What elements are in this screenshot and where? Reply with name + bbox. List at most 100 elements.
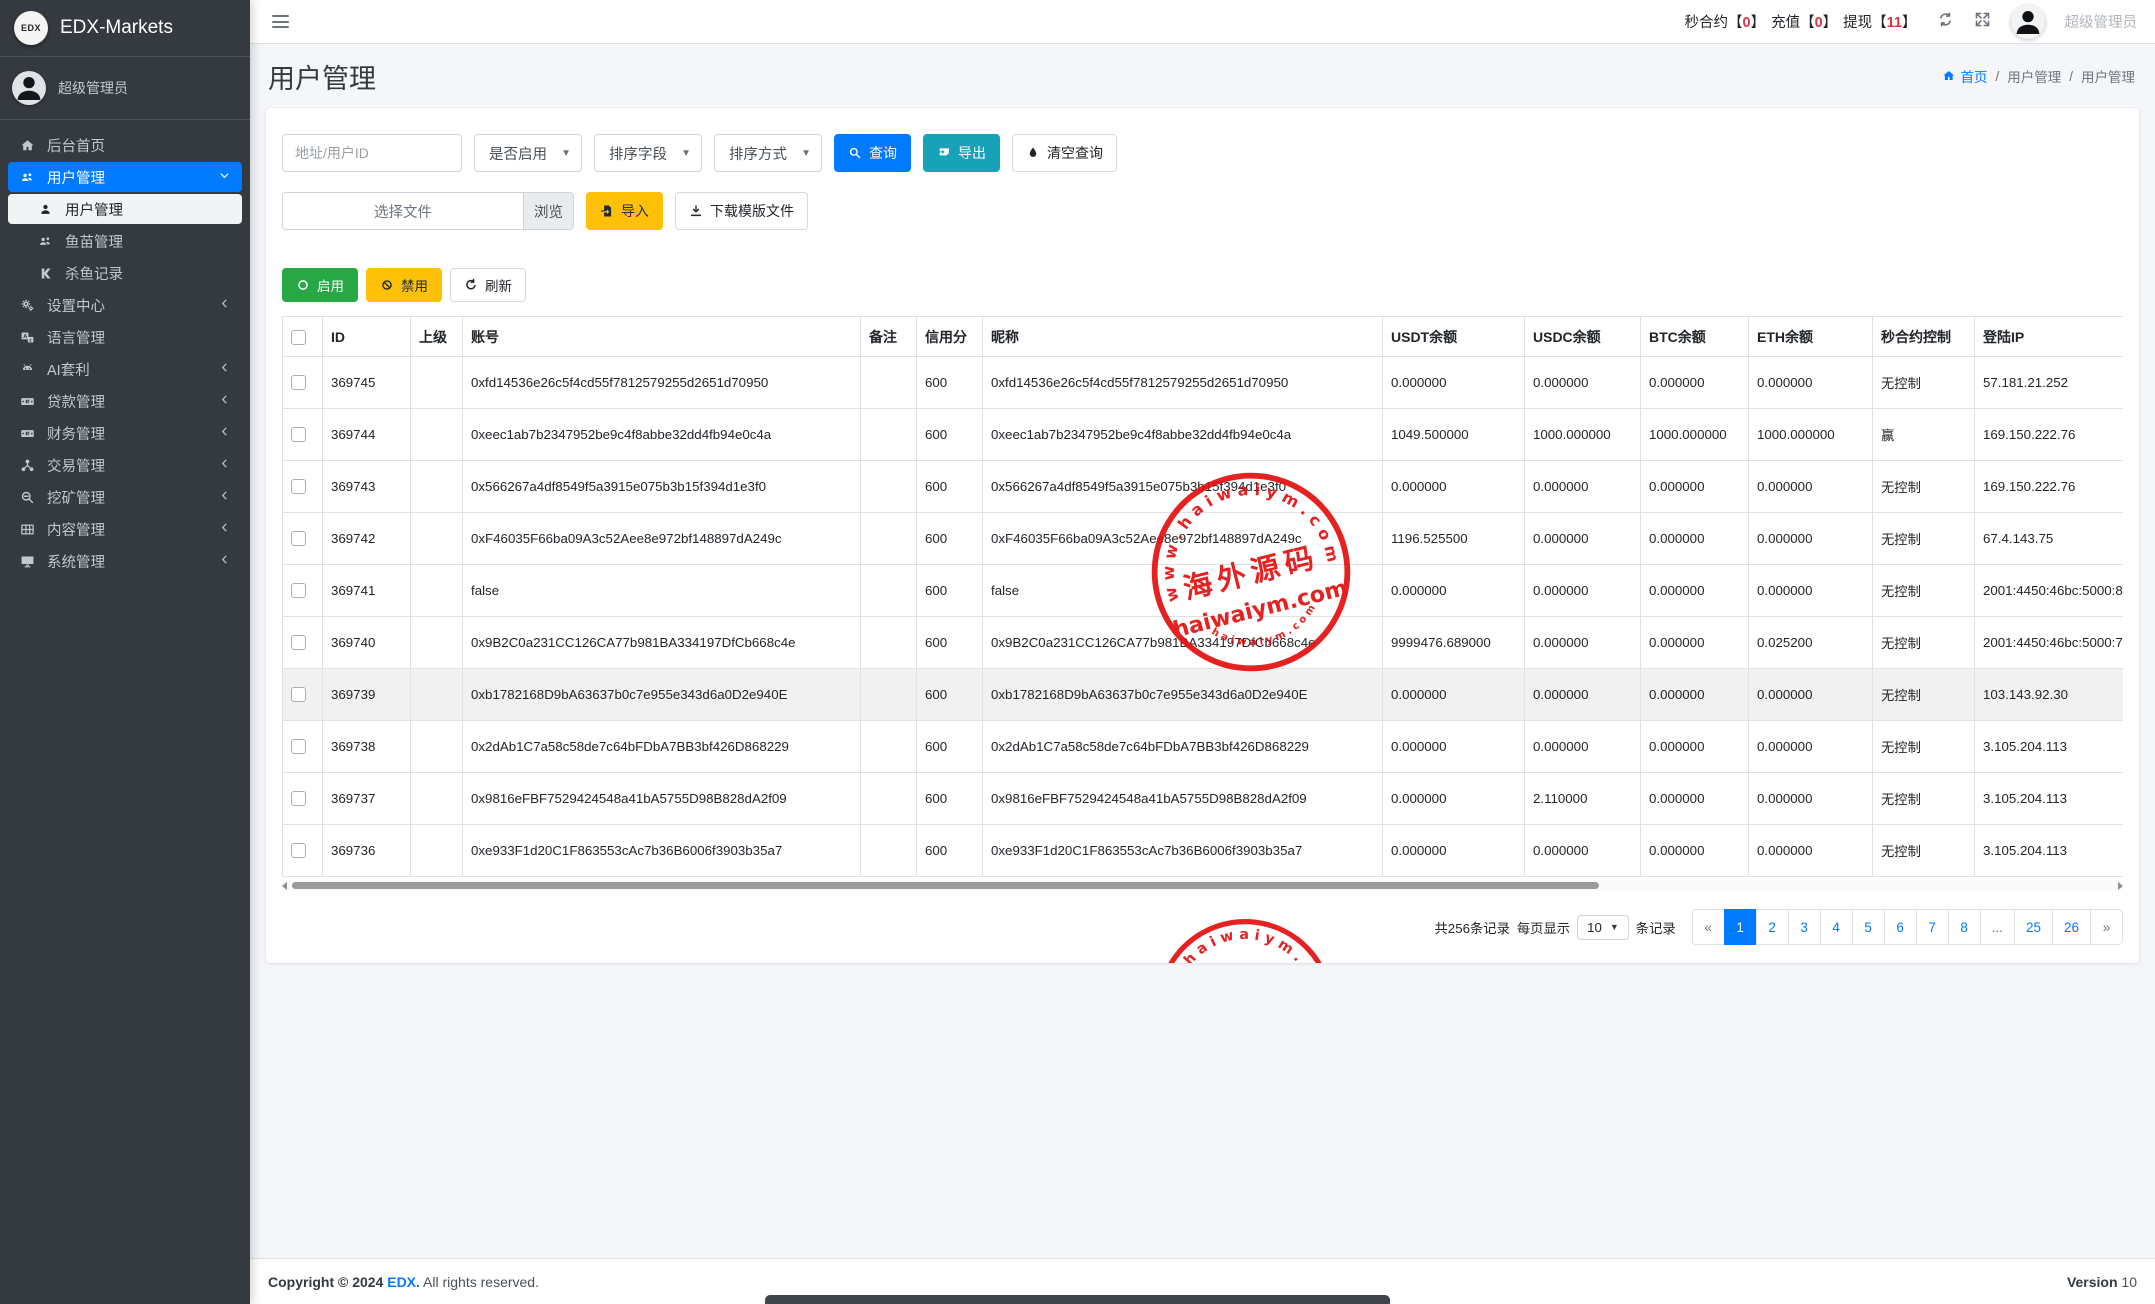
column-header-昵称[interactable]: 昵称 [983,317,1383,357]
scroll-left-icon[interactable] [282,882,287,890]
file-picker[interactable]: 选择文件 浏览 [282,192,574,230]
browse-button[interactable]: 浏览 [523,193,573,229]
per-page-select[interactable]: 10 ▼ [1577,915,1629,940]
breadcrumb-item-首页[interactable]: 首页 [1942,66,1988,86]
column-header-账号[interactable]: 账号 [463,317,861,357]
page-2[interactable]: 2 [1756,909,1789,945]
sidebar-item-设置中心[interactable]: 设置中心 [8,290,242,320]
page-5[interactable]: 5 [1852,909,1885,945]
column-header-ETH余额[interactable]: ETH余额 [1749,317,1873,357]
column-header-ID[interactable]: ID [323,317,411,357]
sidebar-item-挖矿管理[interactable]: 挖矿管理 [8,482,242,512]
brand[interactable]: EDX EDX-Markets [0,0,250,57]
page-7[interactable]: 7 [1916,909,1949,945]
menu-toggle-icon[interactable] [268,9,293,34]
sidebar-item-交易管理[interactable]: 交易管理 [8,450,242,480]
cell-id: 369741 [323,565,411,617]
download-template-button[interactable]: 下载模版文件 [675,192,808,230]
enable-button[interactable]: 启用 [282,268,358,302]
user-avatar[interactable] [12,71,46,105]
page-1[interactable]: 1 [1724,909,1757,945]
cell-usdt: 0.000000 [1383,825,1525,877]
rights-text: All rights reserved. [423,1274,539,1290]
cell-ip: 169.150.222.76 [1975,461,2124,513]
money-icon: 0 [20,394,47,409]
page-26[interactable]: 26 [2052,909,2091,945]
cell-account: 0x2dAb1C7a58c58de7c64bFDbA7BB3bf426D8682… [463,721,861,773]
row-checkbox[interactable] [291,583,306,598]
sort-field-select[interactable]: 排序字段 ▼ [594,134,702,172]
row-checkbox[interactable] [291,427,306,442]
column-header-USDC余额[interactable]: USDC余额 [1525,317,1641,357]
sidebar-subitem-杀鱼记录[interactable]: 杀鱼记录 [8,258,242,288]
row-checkbox[interactable] [291,843,306,858]
scrollbar-thumb[interactable] [292,882,1599,889]
sidebar-item-label: 挖矿管理 [47,487,219,508]
search-input[interactable] [282,134,462,172]
row-checkbox[interactable] [291,479,306,494]
search-button[interactable]: 查询 [834,134,911,172]
sidebar-item-后台首页[interactable]: 后台首页 [8,130,242,160]
cell-usdc: 0.000000 [1525,721,1641,773]
cell-usdt: 1049.500000 [1383,409,1525,461]
sidebar-item-AI套利[interactable]: AI套利 [8,354,242,384]
fullscreen-icon[interactable] [1974,11,1991,33]
disable-button[interactable]: 禁用 [366,268,442,302]
cell-usdt: 0.000000 [1383,357,1525,409]
column-header-备注[interactable]: 备注 [861,317,917,357]
sidebar-item-用户管理[interactable]: 用户管理 [8,162,242,192]
sidebar-item-贷款管理[interactable]: 0贷款管理 [8,386,242,416]
row-checkbox[interactable] [291,687,306,702]
page-»[interactable]: » [2090,909,2123,945]
column-header-BTC余额[interactable]: BTC余额 [1641,317,1749,357]
sort-order-select[interactable]: 排序方式 ▼ [714,134,822,172]
select-all-checkbox[interactable] [291,330,306,345]
footer-brand-link[interactable]: EDX. [387,1274,420,1290]
page-6[interactable]: 6 [1884,909,1917,945]
table-row: 3697380x2dAb1C7a58c58de7c64bFDbA7BB3bf42… [283,721,2124,773]
row-checkbox[interactable] [291,739,306,754]
file-input-label[interactable]: 选择文件 [283,193,523,229]
horizontal-scrollbar[interactable] [282,880,2123,891]
enable-select[interactable]: 是否启用 ▼ [474,134,582,172]
column-header-秒合约控制[interactable]: 秒合约控制 [1873,317,1975,357]
cell-ip: 169.150.222.76 [1975,409,2124,461]
top-navbar: 秒合约【0】充值【0】提现【11】 超级管理员 [250,0,2155,44]
page-4[interactable]: 4 [1820,909,1853,945]
page-3[interactable]: 3 [1788,909,1821,945]
navbar-avatar[interactable] [2011,5,2045,39]
refresh-icon[interactable] [1937,11,1954,33]
sidebar-item-财务管理[interactable]: 0财务管理 [8,418,242,448]
column-header-登陆IP[interactable]: 登陆IP [1975,317,2124,357]
cell-usdt: 0.000000 [1383,669,1525,721]
user-table-wrap: ID上级账号备注信用分昵称USDT余额USDC余额BTC余额ETH余额秒合约控制… [282,316,2123,877]
row-checkbox[interactable] [291,635,306,650]
counter-秒合约[interactable]: 秒合约【0】 [1685,11,1766,32]
page-«[interactable]: « [1692,909,1725,945]
column-header-信用分[interactable]: 信用分 [917,317,983,357]
column-header-USDT余额[interactable]: USDT余额 [1383,317,1525,357]
navbar-admin-name[interactable]: 超级管理员 [2065,11,2138,32]
export-button[interactable]: 导出 [923,134,1000,172]
sidebar-item-系统管理[interactable]: 系统管理 [8,546,242,576]
scroll-right-icon[interactable] [2118,882,2123,890]
row-checkbox[interactable] [291,531,306,546]
counter-提现[interactable]: 提现【11】 [1843,11,1916,32]
clear-search-button[interactable]: 清空查询 [1012,134,1117,172]
sidebar-subitem-鱼苗管理[interactable]: 鱼苗管理 [8,226,242,256]
row-checkbox[interactable] [291,375,306,390]
sidebar-item-内容管理[interactable]: 内容管理 [8,514,242,544]
page-8[interactable]: 8 [1948,909,1981,945]
rotate-icon [464,278,478,292]
sidebar-subitem-用户管理[interactable]: 用户管理 [8,194,242,224]
refresh-table-button[interactable]: 刷新 [450,268,526,302]
sidebar-item-label: 语言管理 [47,327,230,348]
import-button[interactable]: 导入 [586,192,663,230]
sidebar-item-语言管理[interactable]: Az语言管理 [8,322,242,352]
column-header-上级[interactable]: 上级 [411,317,463,357]
sidebar-user-name[interactable]: 超级管理员 [58,78,128,98]
page-25[interactable]: 25 [2014,909,2053,945]
row-checkbox[interactable] [291,791,306,806]
counter-充值[interactable]: 充值【0】 [1771,11,1837,32]
cell-credit: 600 [917,617,983,669]
